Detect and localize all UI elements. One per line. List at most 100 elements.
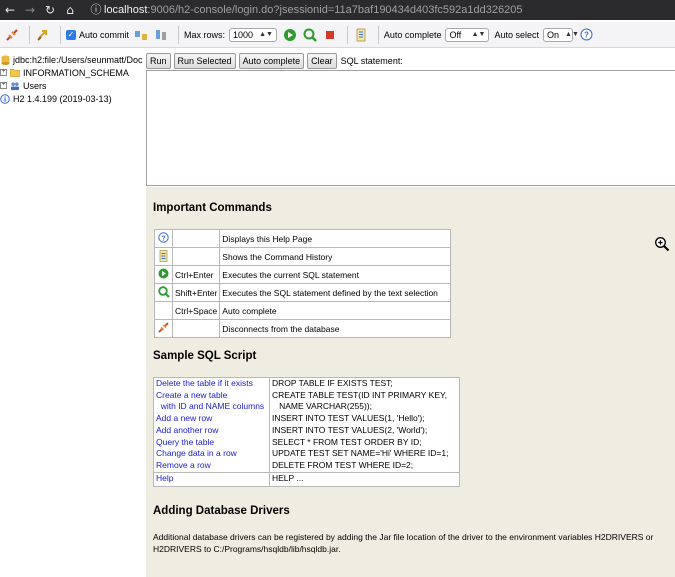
important-commands-title: Important Commands: [153, 202, 272, 214]
command-icon-cell: [154, 283, 173, 302]
commands-table: ? Displays this Help Page Shows the Comm…: [154, 229, 451, 338]
command-desc: Displays this Help Page: [219, 229, 451, 248]
command-row: ? Displays this Help Page: [154, 229, 451, 248]
sql-row: Delete the table if it exists DROP TABLE …: [153, 377, 460, 390]
connection-url: jdbc:h2:file:/Users/seunmatt/Doc: [13, 54, 143, 65]
auto-complete-value: Off: [449, 29, 462, 40]
database-drivers-title: Adding Database Drivers: [153, 505, 290, 517]
help-icon[interactable]: ?: [158, 232, 169, 243]
run-button[interactable]: Run: [146, 53, 171, 69]
query-toolbar: Run Run Selected Auto complete Clear SQL…: [146, 52, 403, 70]
forward-icon[interactable]: →: [20, 0, 40, 20]
sql-link[interactable]: Create a new table: [153, 389, 270, 402]
url-path: :9006/h2-console/login.do?jsessionid=11a…: [147, 4, 523, 16]
sql-row: Create a new table CREATE TABLE TEST(ID I…: [153, 389, 460, 402]
help-glyph: ?: [161, 235, 165, 242]
command-icon-cell: [154, 265, 173, 284]
tree-item-label: INFORMATION_SCHEMA: [23, 67, 129, 78]
sql-link[interactable]: Change data in a row: [153, 448, 270, 460]
auto-select-select[interactable]: On ▲▼: [543, 27, 579, 42]
expand-icon[interactable]: +: [0, 69, 7, 76]
command-key: Shift+Enter: [171, 283, 221, 302]
help-icon[interactable]: ?: [578, 27, 594, 43]
tree-item-label: Users: [23, 80, 47, 91]
disconnect-icon[interactable]: [158, 322, 169, 333]
sql-code: INSERT INTO TEST VALUES(1, 'Hello');: [272, 413, 425, 424]
run-selected-button[interactable]: Run Selected: [173, 53, 236, 69]
drivers-line: H2DRIVERS to C:/Programs/hsqldb/lib/hsql…: [153, 544, 341, 554]
max-rows-value: 1000: [233, 29, 254, 40]
sql-link[interactable]: Query the table: [153, 436, 270, 449]
max-rows-select[interactable]: 1000 ▲▼: [229, 27, 277, 42]
sql-link[interactable]: Help: [153, 471, 270, 487]
command-icon-cell: [154, 301, 173, 320]
tree-version: H2 1.4.199 (2019-03-13): [0, 92, 145, 105]
run-selected-icon[interactable]: [302, 27, 318, 43]
sql-code: UPDATE TEST SET NAME='Hi' WHERE ID=1;: [272, 448, 449, 459]
sql-row: Remove a row DELETE FROM TEST WHERE ID=2;: [153, 459, 460, 473]
site-info-icon[interactable]: ⓘ: [88, 0, 104, 20]
reload-icon[interactable]: ↻: [40, 0, 60, 20]
command-key: Ctrl+Enter: [171, 265, 221, 284]
sql-link[interactable]: Add a new row: [153, 413, 270, 425]
sql-row-help: Help HELP ...: [153, 471, 460, 487]
stop-icon[interactable]: [322, 27, 338, 43]
auto-complete-select[interactable]: Off ▲▼: [445, 27, 490, 42]
tree-connection[interactable]: jdbc:h2:file:/Users/seunmatt/Doc: [0, 53, 145, 66]
browser-toolbar: ← → ↻ ⌂ ⓘ localhost:9006/h2-console/logi…: [0, 0, 675, 20]
home-icon[interactable]: ⌂: [60, 0, 80, 20]
command-desc: Disconnects from the database: [219, 319, 451, 338]
refresh-icon[interactable]: [35, 27, 51, 43]
commit-icon[interactable]: [133, 27, 149, 43]
auto-select-label: Auto select: [494, 29, 539, 40]
select-arrow-icon: ▲▼: [565, 30, 579, 38]
history-icon[interactable]: [158, 249, 169, 262]
sql-code: HELP ...: [269, 471, 460, 487]
database-drivers-text: Additional database drivers can be regis…: [153, 531, 675, 555]
back-icon[interactable]: ←: [0, 0, 20, 20]
expand-icon[interactable]: +: [0, 82, 7, 89]
command-row: Shows the Command History: [154, 247, 451, 266]
rollback-icon[interactable]: [153, 27, 169, 43]
sql-link[interactable]: Add another row: [153, 424, 270, 437]
sql-code: SELECT * FROM TEST ORDER BY ID;: [272, 436, 422, 447]
sql-code: INSERT INTO TEST VALUES(2, 'World');: [272, 424, 428, 435]
disconnect-icon[interactable]: [4, 27, 20, 43]
command-key: [171, 319, 221, 338]
drivers-line: Additional database drivers can be regis…: [153, 532, 654, 542]
toolbar-separator: [29, 25, 30, 44]
toolbar-separator: [346, 25, 348, 44]
schema-tree: jdbc:h2:file:/Users/seunmatt/Doc + INFOR…: [0, 53, 145, 105]
command-key: Ctrl+Space: [171, 301, 221, 320]
command-key: [171, 229, 221, 248]
history-icon[interactable]: [353, 27, 369, 43]
sql-link[interactable]: Delete the table if it exists: [153, 377, 270, 390]
help-panel: Important Commands ? Displays this Help …: [146, 187, 675, 577]
users-icon: [10, 81, 20, 91]
command-desc: Shows the Command History: [219, 247, 451, 266]
zoom-in-icon[interactable]: [654, 236, 670, 252]
tree-item-users[interactable]: + Users: [0, 79, 145, 92]
run-selected-icon[interactable]: [157, 285, 170, 298]
command-desc: Executes the current SQL statement: [219, 265, 451, 284]
address-bar[interactable]: localhost:9006/h2-console/login.do?jsess…: [104, 0, 522, 20]
sql-link[interactable]: Remove a row: [153, 459, 270, 473]
auto-commit-label: Auto commit: [79, 29, 130, 40]
auto-complete-button[interactable]: Auto complete: [238, 53, 305, 69]
auto-commit-checkbox[interactable]: ✓: [66, 29, 76, 40]
sql-row: Query the table SELECT * FROM TEST ORDER …: [153, 436, 460, 449]
command-icon-cell: ?: [154, 229, 173, 248]
clear-button[interactable]: Clear: [307, 53, 337, 69]
run-icon[interactable]: [158, 268, 169, 279]
sql-link[interactable]: with ID and NAME columns: [153, 401, 270, 414]
sql-code: CREATE TABLE TEST(ID INT PRIMARY KEY,: [272, 389, 447, 400]
sql-editor[interactable]: [146, 70, 675, 186]
command-row: Shift+Enter Executes the SQL statement d…: [154, 283, 451, 302]
toolbar-separator: [377, 25, 379, 44]
tree-item-information-schema[interactable]: + INFORMATION_SCHEMA: [0, 66, 145, 79]
sample-sql-title: Sample SQL Script: [153, 350, 257, 362]
run-icon[interactable]: [282, 27, 298, 43]
select-arrow-icon: ▲▼: [259, 30, 273, 38]
command-row: Ctrl+Space Auto complete: [154, 301, 451, 320]
version-text: H2 1.4.199 (2019-03-13): [13, 93, 112, 104]
